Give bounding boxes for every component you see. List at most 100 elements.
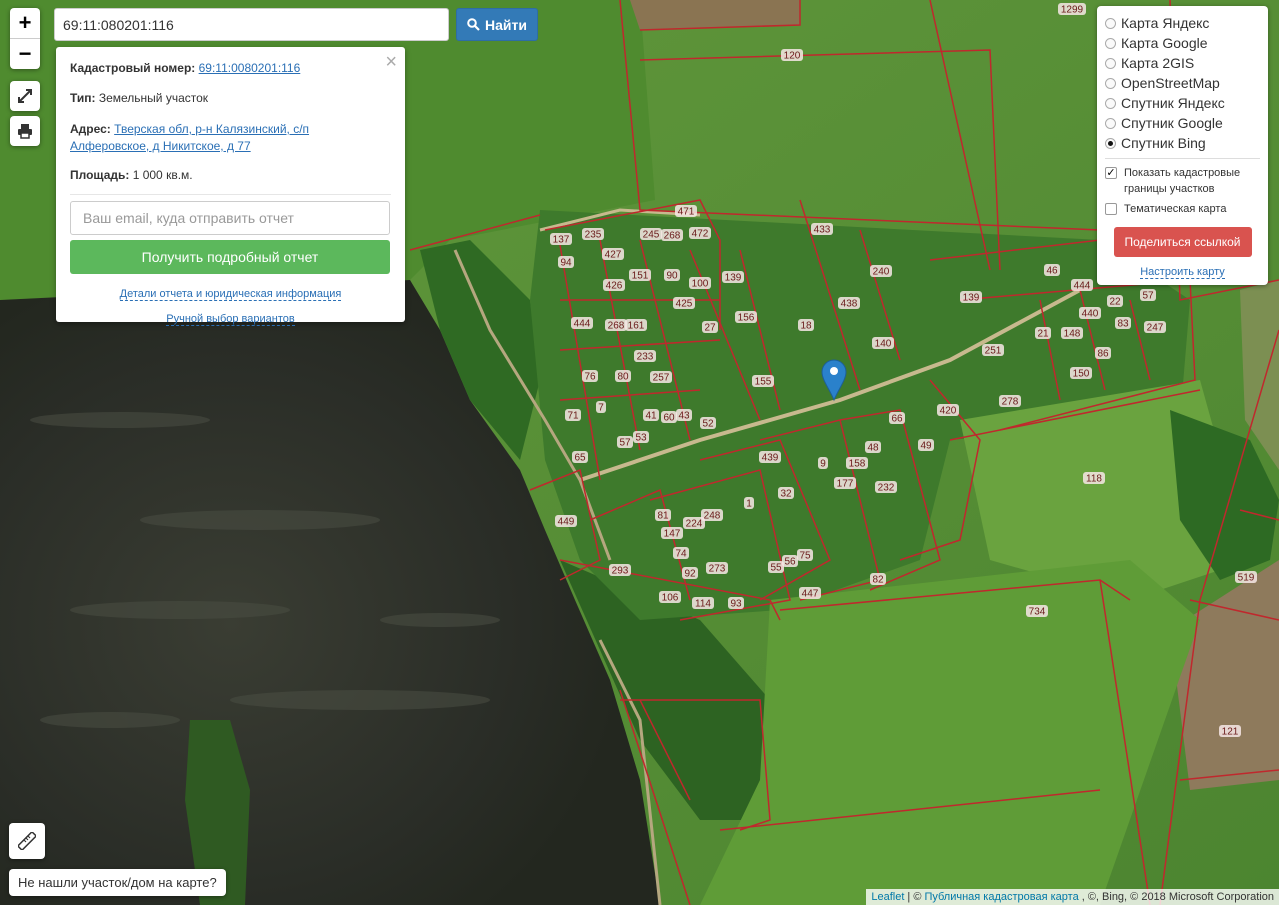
water-texture	[380, 613, 500, 627]
parcel-number-label: 92	[682, 567, 698, 580]
parcel-number-label: 245	[640, 228, 662, 241]
parcel-number-text: 81	[657, 511, 669, 522]
thematic-map-toggle[interactable]: Тематическая карта	[1105, 201, 1260, 217]
parcel-number-text: 268	[664, 231, 681, 242]
parcel-number-label: 148	[1061, 327, 1083, 340]
parcel-number-label: 444	[571, 317, 593, 330]
parcel-number-label: 232	[875, 481, 897, 494]
parcel-number-label: 158	[846, 457, 868, 470]
parcel-number-text: 420	[940, 406, 957, 417]
parcel-number-text: 21	[1037, 329, 1049, 340]
pkk-link[interactable]: Публичная кадастровая карта	[924, 891, 1078, 903]
parcel-number-label: 7	[596, 401, 606, 414]
show-cadastral-label: Показать кадастровые границы участков	[1124, 167, 1241, 195]
layer-option[interactable]: Спутник Google	[1105, 113, 1260, 133]
attribution-separator: | ©	[907, 891, 922, 903]
parcel-number-label: 444	[1071, 279, 1093, 292]
layer-option[interactable]: Спутник Bing	[1105, 133, 1260, 153]
parcel-number-label: 247	[1144, 321, 1166, 334]
address-label: Адрес:	[70, 122, 111, 136]
parcel-number-label: 273	[706, 562, 728, 575]
radio-icon[interactable]	[1105, 37, 1116, 49]
layer-option[interactable]: Карта Яндекс	[1105, 13, 1260, 33]
address-link-line2[interactable]: Алферовское, д Никитское, д 77	[70, 139, 251, 153]
parcel-number-label: 90	[664, 269, 680, 282]
close-icon[interactable]: ×	[385, 51, 397, 74]
search-button[interactable]: Найти	[456, 8, 538, 41]
parcel-number-label: 734	[1026, 605, 1048, 618]
parcel-number-text: 235	[585, 230, 602, 241]
parcel-number-text: 114	[695, 599, 711, 610]
get-report-button[interactable]: Получить подробный отчет	[70, 240, 390, 274]
report-details-link[interactable]: Детали отчета и юридическая информация	[70, 288, 391, 301]
radio-icon[interactable]	[1105, 117, 1116, 129]
parcel-number-text: 177	[837, 479, 854, 490]
divider	[1105, 158, 1260, 159]
parcel-number-label: 56	[782, 555, 798, 568]
parcel-number-text: 278	[1002, 397, 1019, 408]
layer-option[interactable]: Карта Google	[1105, 33, 1260, 53]
share-link-button[interactable]: Поделиться ссылкой	[1113, 227, 1252, 257]
parcel-number-text: 247	[1147, 323, 1164, 334]
zoom-in-button[interactable]: +	[10, 8, 40, 38]
parcel-number-label: 1299	[1058, 3, 1086, 16]
parcel-number-label: 233	[634, 350, 656, 363]
measure-button[interactable]	[9, 823, 45, 859]
parcel-number-text: 472	[692, 229, 709, 240]
email-field[interactable]: Ваш email, куда отправить отчет	[70, 201, 390, 235]
show-cadastral-toggle[interactable]: ✓ Показать кадастровые границы участков	[1105, 165, 1260, 197]
radio-icon[interactable]	[1105, 17, 1116, 29]
layer-option[interactable]: Карта 2GIS	[1105, 53, 1260, 73]
parcel-number-text: 48	[867, 443, 879, 454]
layer-option-label: Карта Яндекс	[1121, 15, 1210, 31]
parcel-number-text: 471	[678, 207, 695, 218]
parcel-number-label: 156	[735, 311, 757, 324]
radio-icon[interactable]	[1105, 97, 1116, 109]
parcel-number-label: 140	[872, 337, 894, 350]
checkbox-icon[interactable]	[1105, 203, 1117, 215]
leaflet-link[interactable]: Leaflet	[871, 891, 904, 903]
parcel-number-text: 106	[662, 593, 679, 604]
parcel-number-text: 53	[635, 433, 647, 444]
parcel-number-label: 235	[582, 228, 604, 241]
address-row: Адрес: Тверская обл, р-н Калязинский, с/…	[70, 121, 391, 155]
layer-option[interactable]: OpenStreetMap	[1105, 73, 1260, 93]
parcel-number-label: 118	[1083, 472, 1105, 485]
parcel-number-label: 240	[870, 265, 892, 278]
zoom-out-button[interactable]: −	[10, 38, 40, 69]
parcel-number-text: 93	[730, 599, 742, 610]
print-button[interactable]	[10, 116, 40, 146]
cadastral-number-link[interactable]: 69:11:0080201:116	[199, 61, 301, 75]
radio-icon[interactable]	[1105, 57, 1116, 69]
parcel-number-text: 57	[619, 438, 631, 449]
parcel-number-label: 74	[673, 547, 689, 560]
manual-selection-link[interactable]: Ручной выбор вариантов	[70, 313, 391, 326]
printer-icon	[18, 124, 32, 139]
address-link[interactable]: Тверская обл, р-н Калязинский, с/п	[114, 122, 309, 136]
configure-map-label: Настроить карту	[1140, 266, 1225, 279]
parcel-number-text: 120	[784, 51, 801, 62]
configure-map-link[interactable]: Настроить карту	[1105, 266, 1260, 279]
parcel-number-text: 426	[606, 281, 623, 292]
zoom-control: + −	[10, 8, 40, 69]
layer-option[interactable]: Спутник Яндекс	[1105, 93, 1260, 113]
radio-icon[interactable]	[1105, 137, 1116, 149]
parcel-number-label: 52	[700, 417, 716, 430]
fullscreen-button[interactable]	[10, 81, 40, 111]
parcel-number-label: 471	[675, 205, 697, 218]
parcel-number-text: 158	[849, 459, 866, 470]
not-found-button[interactable]: Не нашли участок/дом на карте?	[9, 869, 226, 896]
search-icon	[467, 18, 480, 31]
cadastral-search-input[interactable]	[54, 8, 449, 41]
parcel-number-label: 439	[759, 451, 781, 464]
parcel-info-popup: × Кадастровый номер: 69:11:0080201:116 Т…	[56, 47, 405, 326]
parcel-number-text: 427	[605, 250, 622, 261]
parcel-number-text: 18	[800, 321, 812, 332]
parcel-number-label: 155	[752, 375, 774, 388]
parcel-number-label: 139	[960, 291, 982, 304]
parcel-number-label: 420	[937, 404, 959, 417]
parcel-number-text: 248	[704, 511, 721, 522]
checkbox-icon[interactable]: ✓	[1105, 167, 1117, 179]
parcel-number-text: 438	[841, 299, 858, 310]
radio-icon[interactable]	[1105, 77, 1116, 89]
